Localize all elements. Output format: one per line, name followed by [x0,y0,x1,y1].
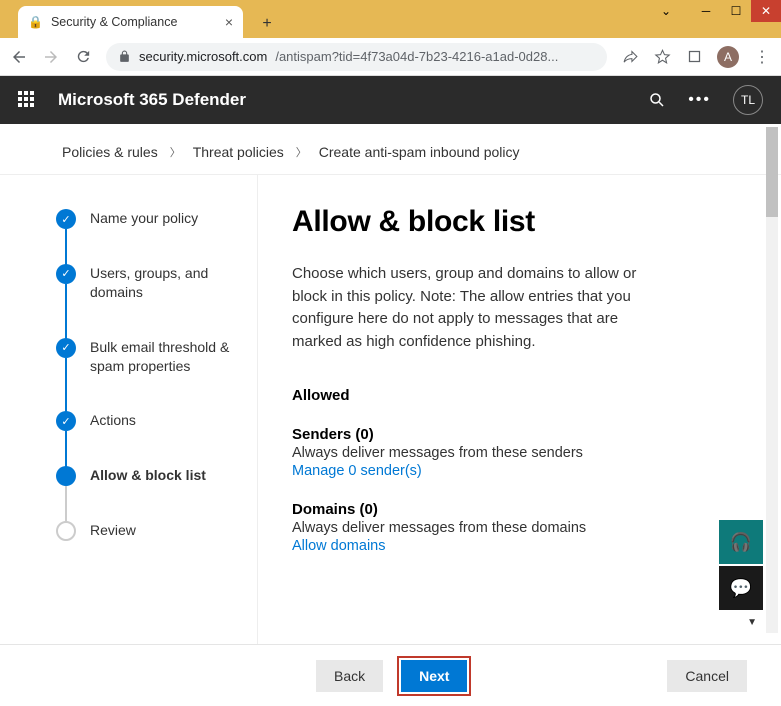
user-avatar[interactable]: TL [733,85,763,115]
main-panel: Allow & block list Choose which users, g… [258,175,781,644]
back-button[interactable] [10,48,28,66]
app-header: Microsoft 365 Defender ••• TL [0,76,781,124]
search-icon[interactable] [648,91,666,109]
next-button-highlight: Next [397,656,471,696]
bullet-icon [56,521,76,541]
chevron-right-icon: 〉 [296,144,307,160]
forward-button[interactable] [42,48,60,66]
breadcrumb-item[interactable]: Policies & rules [62,144,158,160]
url-path: /antispam?tid=4f73a04d-7b23-4216-a1ad-0d… [275,49,558,64]
app-launcher-icon[interactable] [18,91,36,109]
tab-title: Security & Compliance [51,15,177,29]
domains-description: Always deliver messages from these domai… [292,520,747,536]
browser-toolbar: security.microsoft.com/antispam?tid=4f73… [0,38,781,76]
senders-description: Always deliver messages from these sende… [292,445,747,461]
tab-dropdown[interactable]: ⌄ [641,0,691,22]
domains-heading: Domains (0) [292,501,747,518]
more-icon[interactable]: ••• [688,91,711,109]
chevron-down-icon[interactable]: ▼ [747,617,757,628]
wizard-step-bulk[interactable]: ✓ Bulk email threshold & spam properties [56,338,237,412]
share-icon[interactable] [621,48,639,66]
profile-avatar[interactable]: A [717,46,739,68]
bullet-icon [56,466,76,486]
menu-icon[interactable]: ⋮ [753,48,771,66]
help-button[interactable]: 🎧 [719,520,763,564]
browser-tab[interactable]: 🔒 Security & Compliance × [18,6,243,38]
wizard-footer: Back Next Cancel [0,644,781,706]
breadcrumb: Policies & rules 〉 Threat policies 〉 Cre… [0,124,781,174]
window-minimize-button[interactable]: ─ [691,0,721,22]
wizard-step-actions[interactable]: ✓ Actions [56,411,237,466]
page-title: Allow & block list [292,205,747,239]
chat-icon: 💬 [730,578,752,599]
lock-icon: 🔒 [28,15,43,29]
feedback-button[interactable]: 💬 [719,566,763,610]
reload-button[interactable] [74,48,92,66]
cancel-button[interactable]: Cancel [667,660,747,692]
app-brand: Microsoft 365 Defender [58,90,246,110]
wizard-step-allowblock[interactable]: Allow & block list [56,466,237,521]
window-close-button[interactable]: ✕ [751,0,781,22]
wizard-step-users[interactable]: ✓ Users, groups, and domains [56,264,237,338]
bookmark-icon[interactable] [653,48,671,66]
headset-icon: 🎧 [730,532,752,553]
check-icon: ✓ [56,338,76,358]
senders-heading: Senders (0) [292,426,747,443]
page-body: Policies & rules 〉 Threat policies 〉 Cre… [0,124,781,706]
url-host: security.microsoft.com [139,49,267,64]
check-icon: ✓ [56,209,76,229]
chevron-right-icon: 〉 [170,144,181,160]
allow-domains-link[interactable]: Allow domains [292,538,747,554]
back-button[interactable]: Back [316,660,383,692]
allowed-heading: Allowed [292,387,747,404]
check-icon: ✓ [56,264,76,284]
extensions-icon[interactable] [685,48,703,66]
wizard-nav: ✓ Name your policy ✓ Users, groups, and … [0,175,258,644]
page-description: Choose which users, group and domains to… [292,263,672,353]
wizard-step-name[interactable]: ✓ Name your policy [56,209,237,264]
window-maximize-button[interactable]: ☐ [721,0,751,22]
breadcrumb-item: Create anti-spam inbound policy [319,144,520,160]
close-icon[interactable]: × [225,14,233,30]
next-button[interactable]: Next [401,660,467,692]
wizard-step-review[interactable]: Review [56,521,237,576]
address-bar[interactable]: security.microsoft.com/antispam?tid=4f73… [106,43,607,71]
manage-senders-link[interactable]: Manage 0 sender(s) [292,463,747,479]
breadcrumb-item[interactable]: Threat policies [193,144,284,160]
check-icon: ✓ [56,411,76,431]
new-tab-button[interactable]: + [253,10,281,38]
lock-icon [118,50,131,63]
